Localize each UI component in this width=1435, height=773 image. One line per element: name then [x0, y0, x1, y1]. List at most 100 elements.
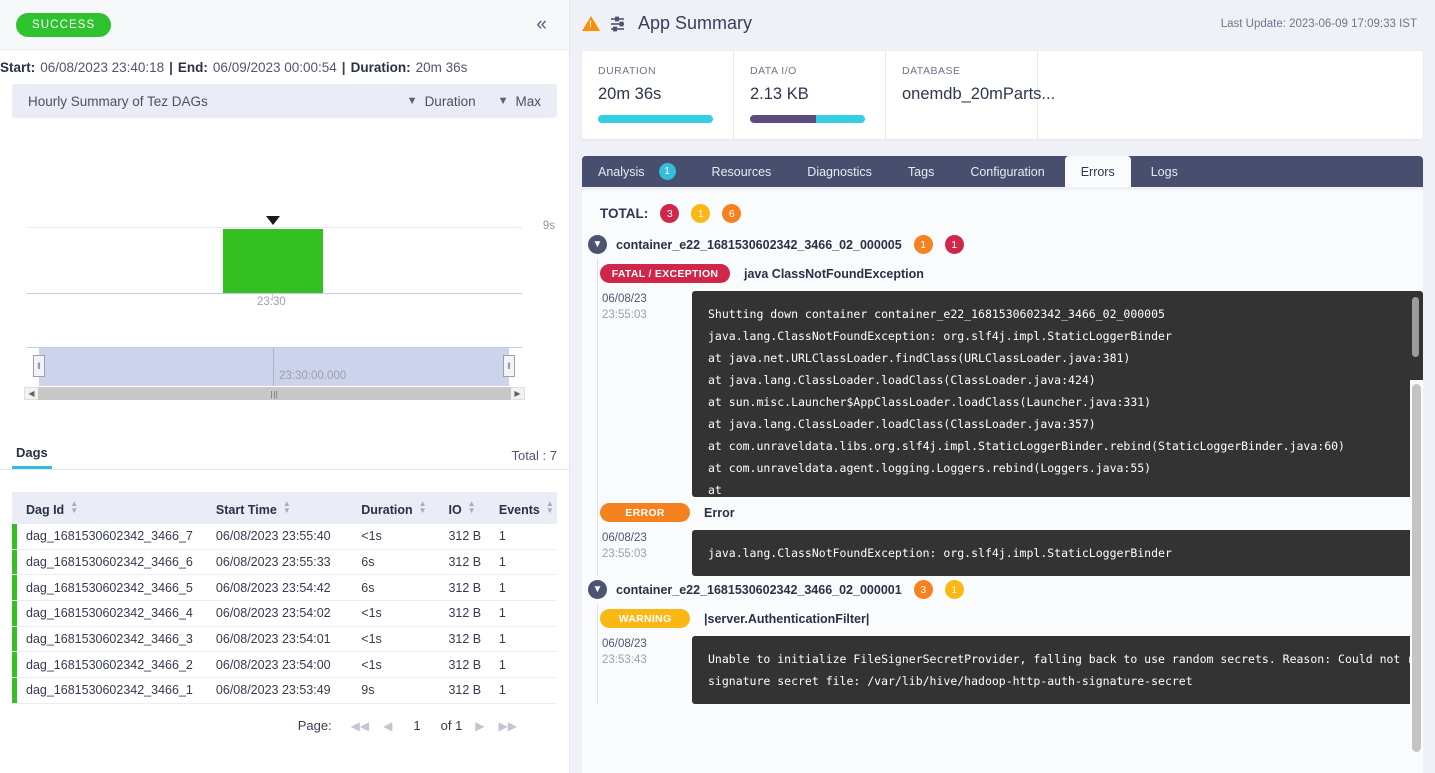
table-row[interactable]: dag_1681530602342_3466_5 06/08/2023 23:54… [12, 575, 557, 602]
chevron-down-icon[interactable]: ▼ [588, 580, 607, 599]
log-date: 06/08/23 [602, 638, 647, 650]
brush-handle-right[interactable]: ‖ [503, 355, 515, 377]
container-count-badge: 3 [913, 580, 933, 599]
container-row[interactable]: ▼ container_e22_1681530602342_3466_02_000… [582, 576, 1423, 603]
current-page[interactable]: 1 [399, 718, 434, 733]
chevron-down-icon: ▼ [406, 95, 418, 107]
next-page-button[interactable]: ▶ [468, 719, 491, 733]
cell-duration: 6s [361, 580, 375, 595]
table-row[interactable]: dag_1681530602342_3466_2 06/08/2023 23:54… [12, 652, 557, 679]
aggregation-dropdown[interactable]: ▼ Max [498, 94, 541, 109]
prev-page-button[interactable]: ◀ [376, 719, 399, 733]
table-row[interactable]: dag_1681530602342_3466_6 06/08/2023 23:55… [12, 549, 557, 576]
table-row[interactable]: dag_1681530602342_3466_3 06/08/2023 23:54… [12, 626, 557, 653]
container-row[interactable]: ▼ container_e22_1681530602342_3466_02_000… [582, 231, 1423, 258]
table-row[interactable]: dag_1681530602342_3466_4 06/08/2023 23:54… [12, 601, 557, 627]
tab-diagnostics[interactable]: Diagnostics [791, 156, 888, 187]
tab-label: Configuration [970, 164, 1045, 179]
column-header-events[interactable]: Events ▲ ▼ [499, 499, 557, 517]
container-count-badge: 1 [944, 235, 964, 254]
column-header-duration[interactable]: Duration ▲ ▼ [361, 499, 448, 517]
column-header-dag-id[interactable]: Dag Id ▲ ▼ [12, 499, 216, 517]
chevron-down-icon[interactable]: ▼ [588, 235, 607, 254]
cell-events: 1 [498, 657, 506, 672]
cell-duration: <1s [361, 657, 382, 672]
metric-dropdown[interactable]: ▼ Duration [407, 94, 476, 109]
row-status-indicator [12, 524, 17, 549]
cell-io: 312 B [448, 529, 482, 544]
double-chevron-left-icon[interactable]: « [530, 15, 553, 34]
log-row: 06/08/23 23:53:43 Unable to initialize Fil… [600, 634, 1423, 704]
scroll-right-arrow-icon[interactable]: ▶ [511, 389, 524, 398]
kpi-progress-segment [815, 115, 865, 123]
brush-handle-left[interactable]: ‖ [33, 355, 45, 377]
log-output-box[interactable]: Shutting down container container_e22_16… [692, 291, 1423, 497]
cell-io: 312 B [448, 606, 482, 621]
last-page-button[interactable]: ▶▶ [492, 719, 524, 733]
tab-dags[interactable]: Dags [12, 445, 52, 469]
log-date: 06/08/23 [602, 532, 647, 544]
cell-start-time: 06/08/2023 23:55:33 [215, 555, 331, 570]
log-row: 06/08/23 23:55:03 java.lang.ClassNotFoundE… [600, 528, 1423, 576]
tab-configuration[interactable]: Configuration [954, 156, 1061, 187]
column-header-start-time[interactable]: Start Time ▲ ▼ [216, 499, 361, 517]
kpi-list: DURATION 20m 36s DATA I/O 2.13 KB DATABASE on… [582, 51, 1055, 139]
table-row[interactable]: dag_1681530602342_3466_1 06/08/2023 23:53… [12, 678, 557, 704]
tab-resources[interactable]: Resources [695, 156, 788, 187]
kpi-progress-segment [598, 115, 713, 123]
column-header-io[interactable]: IO ▲ ▼ [448, 499, 498, 517]
log-output-box[interactable]: java.lang.ClassNotFoundException: org.sl… [692, 530, 1423, 576]
log-line: Shutting down container container_e22_16… [708, 307, 1165, 321]
chart-header: Hourly Summary of Tez DAGs ▼ Duration ▼ … [12, 84, 557, 118]
tab-errors[interactable]: Errors [1064, 156, 1131, 187]
log-line: at sun.misc.Launcher$AppClassLoader.load… [708, 395, 1152, 409]
scroll-left-arrow-icon[interactable]: ◀ [25, 389, 38, 398]
sort-icon[interactable]: ▲ ▼ [283, 499, 291, 514]
sort-icon[interactable]: ▲ ▼ [468, 499, 476, 514]
page-title: App Summary [638, 13, 753, 33]
sort-icon[interactable]: ▲ ▼ [419, 499, 427, 514]
cell-start-time: 06/08/2023 23:55:40 [215, 529, 331, 544]
container-name: container_e22_1681530602342_3466_02_0000… [616, 237, 902, 252]
tab-tags[interactable]: Tags [891, 156, 951, 187]
brush-selection[interactable] [39, 348, 509, 386]
chart-horizontal-scrollbar[interactable]: ◀ ||| ▶ [24, 387, 525, 400]
severity-row: ERROR Error [600, 497, 1423, 528]
cell-dag-id: dag_1681530602342_3466_1 [26, 683, 193, 698]
cell-io: 312 B [448, 632, 482, 647]
chart-bar[interactable] [223, 229, 323, 293]
left-panel: SUCCESS « Start: 06/08/2023 23:40:18 | E… [0, 0, 570, 773]
cell-dag-id: dag_1681530602342_3466_6 [26, 555, 193, 570]
sort-icon[interactable]: ▲ ▼ [546, 499, 554, 514]
total-label: TOTAL: [600, 206, 649, 221]
sliders-icon[interactable] [610, 15, 628, 33]
container-list: ▼ container_e22_1681530602342_3466_02_000… [582, 231, 1423, 704]
log-line: signature secret file: /var/lib/hive/had… [708, 674, 1193, 688]
table-row[interactable]: dag_1681530602342_3466_7 06/08/2023 23:55… [12, 524, 557, 550]
log-scrollbar-thumb[interactable] [1412, 297, 1419, 357]
pagination: Page: ◀◀ ◀ 1 of 1 ▶ ▶▶ [298, 718, 524, 733]
right-panel: App Summary Last Update: 2023-06-09 17:0… [570, 0, 1435, 773]
kpi-tile: DATABASE onemdb_20mParts... [886, 51, 1055, 139]
errors-scrollbar-track[interactable] [1410, 380, 1423, 773]
entry-title: Error [704, 505, 735, 520]
chart-gridline-top [27, 227, 522, 228]
tab-logs[interactable]: Logs [1134, 156, 1194, 187]
cell-events: 1 [498, 632, 506, 647]
log-timestamp: 06/08/23 23:55:03 [600, 530, 692, 576]
severity-row: WARNING |server.AuthenticationFilter| [600, 603, 1423, 634]
container-entries: WARNING |server.AuthenticationFilter| 06/0… [582, 603, 1423, 704]
log-output-box[interactable]: Unable to initialize FileSignerSecretPro… [692, 636, 1423, 704]
log-line: at com.unraveldata.libs.org.slf4j.impl.S… [708, 439, 1345, 453]
start-value: 06/08/2023 23:40:18 [40, 59, 165, 75]
kpi-progress-segment [750, 115, 816, 123]
tab-analysis[interactable]: Analysis 1 [582, 156, 692, 187]
errors-scrollbar-thumb[interactable] [1412, 384, 1421, 752]
scrollbar-thumb[interactable]: ||| [38, 387, 511, 400]
column-label: Dag Id [26, 502, 65, 517]
sort-icon[interactable]: ▲ ▼ [70, 499, 78, 514]
time-range-brush[interactable]: 23:30:00.000 ‖ ‖ [27, 347, 522, 386]
first-page-button[interactable]: ◀◀ [344, 719, 376, 733]
duration-label: Duration: [350, 59, 411, 75]
status-bar: SUCCESS « [0, 0, 569, 50]
